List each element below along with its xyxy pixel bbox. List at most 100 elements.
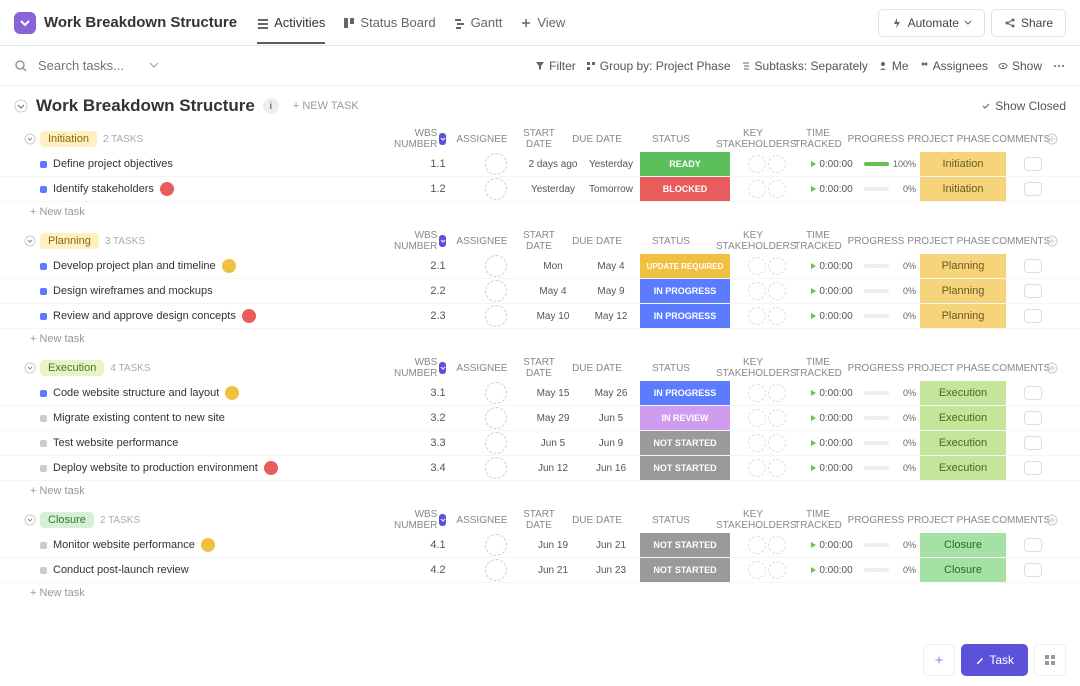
section-badge[interactable]: Closure [40,512,94,528]
status-pill[interactable]: NOT STARTED [640,533,730,557]
stakeholders[interactable] [730,282,804,300]
ai-button[interactable] [923,644,955,676]
due-date[interactable]: May 26 [582,388,640,399]
phase-pill[interactable]: Execution [920,456,1006,480]
due-date[interactable]: Yesterday [582,159,640,170]
filter-button[interactable]: Filter [535,59,576,73]
col-start[interactable]: START DATE [510,509,568,531]
progress[interactable]: 0% [860,540,920,550]
start-date[interactable]: Jun 21 [524,565,582,576]
due-date[interactable]: Jun 16 [582,463,640,474]
stakeholders[interactable] [730,459,804,477]
col-phase[interactable]: PROJECT PHASE [906,515,992,526]
task-name[interactable]: Review and approve design concepts [53,310,236,322]
col-progress[interactable]: PROGRESS [846,134,906,145]
col-wbs[interactable]: WBS NUMBER [394,230,454,252]
stakeholders[interactable] [730,561,804,579]
col-progress[interactable]: PROGRESS [846,236,906,247]
add-col-button[interactable] [1046,235,1066,247]
stakeholders[interactable] [730,384,804,402]
section-badge[interactable]: Initiation [40,131,97,147]
time-tracked[interactable]: 0:00:00 [804,261,860,272]
progress[interactable]: 0% [860,413,920,423]
col-comments[interactable]: COMMENTS [992,236,1046,247]
time-tracked[interactable]: 0:00:00 [804,413,860,424]
progress[interactable]: 0% [860,565,920,575]
col-assignee[interactable]: ASSIGNEE [454,236,510,247]
due-date[interactable]: Tomorrow [582,184,640,195]
assignee-placeholder[interactable] [485,559,507,581]
show-closed-toggle[interactable]: Show Closed [981,99,1066,113]
stakeholders[interactable] [730,307,804,325]
task-name[interactable]: Monitor website performance [53,539,195,551]
col-progress[interactable]: PROGRESS [846,363,906,374]
status-pill[interactable]: NOT STARTED [640,558,730,582]
tab-status-board[interactable]: Status Board [343,15,435,30]
stakeholders[interactable] [730,434,804,452]
task-row[interactable]: Identify stakeholders 1.2 Yesterday Tomo… [0,177,1080,202]
start-date[interactable]: Jun 19 [524,540,582,551]
task-name[interactable]: Identify stakeholders [53,183,154,195]
group-by[interactable]: Group by: Project Phase [586,59,731,73]
comments-button[interactable] [1006,182,1060,196]
task-name[interactable]: Deploy website to production environment [53,462,258,474]
comments-button[interactable] [1006,461,1060,475]
col-comments[interactable]: COMMENTS [992,363,1046,374]
col-phase[interactable]: PROJECT PHASE [906,236,992,247]
stakeholders[interactable] [730,155,804,173]
assignee-placeholder[interactable] [485,153,507,175]
status-pill[interactable]: UPDATE REQUIRED [640,254,730,278]
chevron-down-icon[interactable] [24,133,36,145]
col-comments[interactable]: COMMENTS [992,515,1046,526]
phase-pill[interactable]: Planning [920,304,1006,328]
start-date[interactable]: Jun 5 [524,438,582,449]
comments-button[interactable] [1006,538,1060,552]
task-name[interactable]: Test website performance [53,437,178,449]
comments-button[interactable] [1006,259,1060,273]
task-row[interactable]: Define project objectives 1.1 2 days ago… [0,152,1080,177]
col-due[interactable]: DUE DATE [568,134,626,145]
phase-pill[interactable]: Closure [920,558,1006,582]
assignee-placeholder[interactable] [485,407,507,429]
time-tracked[interactable]: 0:00:00 [804,286,860,297]
phase-pill[interactable]: Execution [920,431,1006,455]
section-badge[interactable]: Execution [40,360,104,376]
task-row[interactable]: Deploy website to production environment… [0,456,1080,481]
status-pill[interactable]: IN PROGRESS [640,279,730,303]
col-due[interactable]: DUE DATE [568,363,626,374]
task-row[interactable]: Conduct post-launch review 4.2 Jun 21 Ju… [0,558,1080,583]
start-date[interactable]: Mon [524,261,582,272]
task-row[interactable]: Review and approve design concepts 2.3 M… [0,304,1080,329]
comments-button[interactable] [1006,411,1060,425]
start-date[interactable]: May 10 [524,311,582,322]
progress[interactable]: 0% [860,463,920,473]
col-phase[interactable]: PROJECT PHASE [906,363,992,374]
due-date[interactable]: May 9 [582,286,640,297]
assignee-placeholder[interactable] [485,255,507,277]
col-status[interactable]: STATUS [626,515,716,526]
time-tracked[interactable]: 0:00:00 [804,463,860,474]
stakeholders[interactable] [730,257,804,275]
status-pill[interactable]: IN PROGRESS [640,381,730,405]
comments-button[interactable] [1006,386,1060,400]
search-input[interactable] [38,58,138,73]
phase-pill[interactable]: Execution [920,381,1006,405]
task-row[interactable]: Migrate existing content to new site 3.2… [0,406,1080,431]
stakeholders[interactable] [730,536,804,554]
time-tracked[interactable]: 0:00:00 [804,438,860,449]
due-date[interactable]: Jun 21 [582,540,640,551]
share-button[interactable]: Share [991,9,1066,37]
start-date[interactable]: Yesterday [524,184,582,195]
assignee-placeholder[interactable] [485,305,507,327]
start-date[interactable]: May 15 [524,388,582,399]
chevron-down-icon[interactable] [14,99,28,113]
comments-button[interactable] [1006,563,1060,577]
chevron-down-icon[interactable] [24,514,36,526]
progress[interactable]: 0% [860,286,920,296]
start-date[interactable]: May 4 [524,286,582,297]
time-tracked[interactable]: 0:00:00 [804,540,860,551]
col-wbs[interactable]: WBS NUMBER [394,128,454,150]
col-stakeholders[interactable]: KEY STAKEHOLDERS [716,509,790,531]
stakeholders[interactable] [730,409,804,427]
col-stakeholders[interactable]: KEY STAKEHOLDERS [716,230,790,252]
